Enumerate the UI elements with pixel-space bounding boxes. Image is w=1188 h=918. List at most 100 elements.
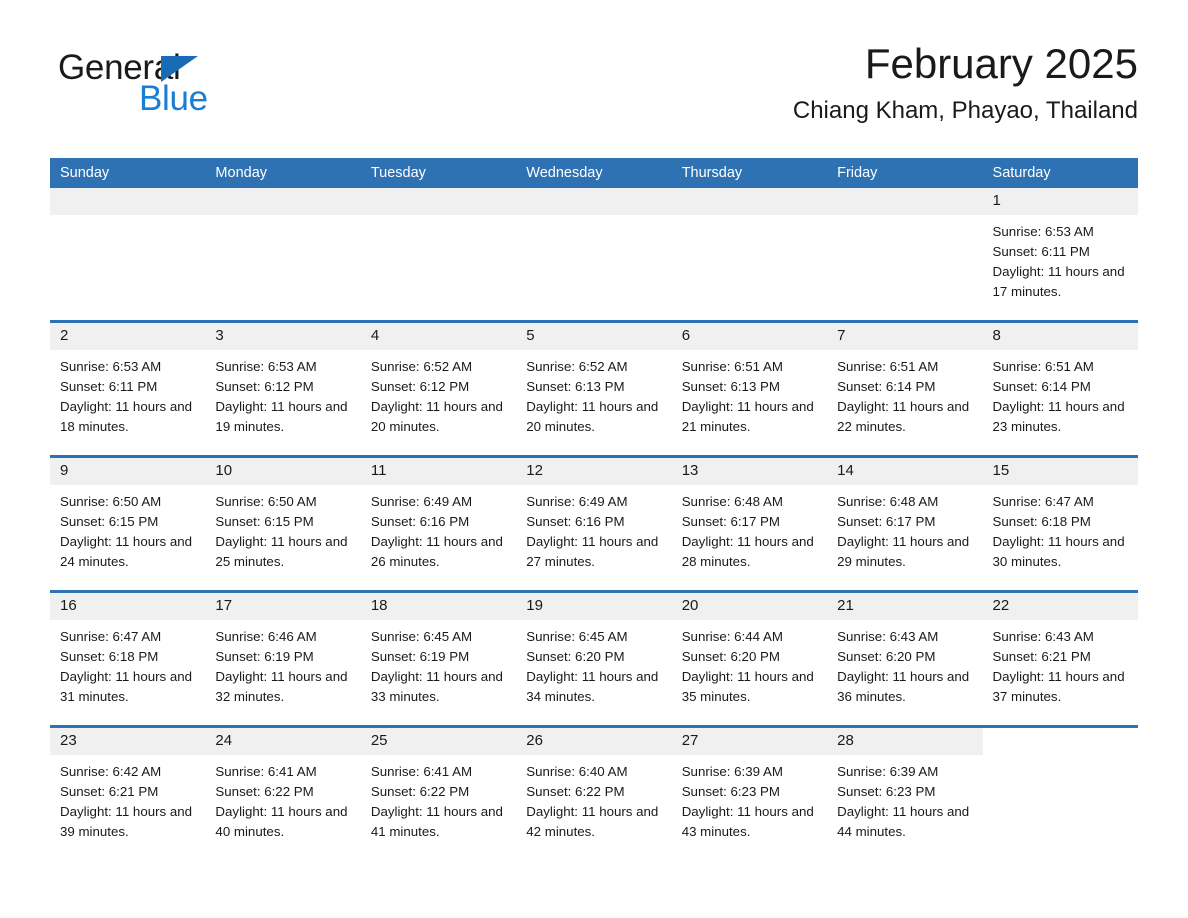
calendar-day-cell[interactable]: 28 Sunrise: 6:39 AM Sunset: 6:23 PM Dayligh… (827, 728, 983, 860)
day-number: 23 (50, 728, 206, 755)
day-number: 26 (516, 728, 672, 755)
calendar-day-cell-empty (360, 188, 517, 320)
calendar-day-cell[interactable]: 19 Sunrise: 6:45 AM Sunset: 6:20 PM Dayligh… (516, 593, 672, 725)
day-number: 16 (50, 593, 206, 620)
weekday-header-saturday: Saturday (992, 165, 1051, 181)
day-number: 7 (827, 323, 983, 350)
sunset-text: Sunset: 6:13 PM (526, 379, 625, 394)
day-details: Sunrise: 6:48 AM Sunset: 6:17 PM Daylight:… (672, 485, 827, 572)
sunset-text: Sunset: 6:20 PM (837, 649, 936, 664)
day-number: 9 (50, 458, 206, 485)
calendar-day-cell[interactable]: 23 Sunrise: 6:42 AM Sunset: 6:21 PM Dayligh… (50, 728, 206, 860)
calendar-week-row: 9 Sunrise: 6:50 AM Sunset: 6:15 PM Daylight… (50, 455, 1138, 590)
calendar-day-cell[interactable]: 2 Sunrise: 6:53 AM Sunset: 6:11 PM Daylight… (50, 323, 206, 455)
day-number: 22 (982, 593, 1138, 620)
generalblue-logo[interactable]: General Blue (58, 50, 318, 130)
day-number (827, 188, 983, 215)
sunset-text: Sunset: 6:19 PM (370, 649, 470, 664)
day-details: Sunrise: 6:47 AM Sunset: 6:18 PM Daylight:… (50, 620, 205, 707)
calendar-day-cell[interactable]: 26 Sunrise: 6:40 AM Sunset: 6:22 PM Dayligh… (516, 728, 672, 860)
calendar-table: Sunday Monday Tuesday Wednesday Thursday Frid… (50, 158, 1138, 860)
day-number: 5 (516, 323, 672, 350)
day-number: 21 (827, 593, 983, 620)
sunset-text: Sunset: 6:14 PM (837, 379, 936, 394)
day-details: Sunrise: 6:41 AM Sunset: 6:22 PM Daylight:… (361, 755, 516, 842)
calendar-day-cell[interactable]: 1 Sunrise: 6:53 AM Sunset: 6:11 PM Daylight… (982, 188, 1138, 320)
sunrise-text: Sunrise: 6:48 AM (681, 494, 783, 509)
day-number: 15 (982, 458, 1138, 485)
calendar-day-cell[interactable]: 24 Sunrise: 6:41 AM Sunset: 6:22 PM Dayligh… (205, 728, 361, 860)
day-details: Sunrise: 6:51 AM Sunset: 6:14 PM Daylight:… (827, 350, 982, 437)
calendar-day-cell[interactable]: 10 Sunrise: 6:50 AM Sunset: 6:15 PM Dayligh… (205, 458, 361, 590)
calendar-day-cell[interactable]: 25 Sunrise: 6:41 AM Sunset: 6:22 PM Dayligh… (360, 728, 517, 860)
day-number: 28 (827, 728, 983, 755)
page-title: February 2025 (864, 40, 1138, 87)
daylight-text: Daylight: 11 hours and 33 minutes. (370, 669, 503, 704)
weekday-header-friday: Friday (837, 165, 878, 181)
daylight-text: Daylight: 11 hours and 23 minutes. (992, 399, 1125, 434)
day-number: 18 (360, 593, 517, 620)
calendar-day-cell[interactable]: 3 Sunrise: 6:53 AM Sunset: 6:12 PM Daylight… (205, 323, 361, 455)
calendar-week-row: 1 Sunrise: 6:53 AM Sunset: 6:11 PM Daylight… (50, 188, 1138, 320)
sunset-text: Sunset: 6:11 PM (60, 379, 158, 394)
calendar-day-cell[interactable]: 9 Sunrise: 6:50 AM Sunset: 6:15 PM Daylight… (50, 458, 206, 590)
day-number: 6 (671, 323, 828, 350)
day-details: Sunrise: 6:39 AM Sunset: 6:23 PM Daylight:… (827, 755, 982, 842)
sunset-text: Sunset: 6:23 PM (837, 784, 936, 799)
page-header: General Blue February 2025 Chiang Kham, … (50, 40, 1138, 142)
calendar-day-cell[interactable]: 11 Sunrise: 6:49 AM Sunset: 6:16 PM Dayligh… (360, 458, 517, 590)
day-details: Sunrise: 6:52 AM Sunset: 6:12 PM Daylight:… (361, 350, 516, 437)
sunset-text: Sunset: 6:17 PM (681, 514, 780, 529)
sunrise-text: Sunrise: 6:41 AM (215, 764, 317, 779)
calendar-day-cell[interactable]: 5 Sunrise: 6:52 AM Sunset: 6:13 PM Daylight… (516, 323, 672, 455)
day-number: 12 (516, 458, 672, 485)
day-details: Sunrise: 6:53 AM Sunset: 6:12 PM Daylight:… (205, 350, 360, 437)
calendar-day-cell[interactable]: 16 Sunrise: 6:47 AM Sunset: 6:18 PM Dayligh… (50, 593, 206, 725)
calendar-day-cell[interactable]: 6 Sunrise: 6:51 AM Sunset: 6:13 PM Daylight… (671, 323, 828, 455)
day-number: 14 (827, 458, 983, 485)
calendar-day-cell[interactable]: 17 Sunrise: 6:46 AM Sunset: 6:19 PM Dayligh… (205, 593, 361, 725)
sunrise-text: Sunrise: 6:50 AM (60, 494, 162, 509)
calendar-day-cell[interactable]: 4 Sunrise: 6:52 AM Sunset: 6:12 PM Daylight… (360, 323, 517, 455)
daylight-text: Daylight: 11 hours and 20 minutes. (370, 399, 503, 434)
calendar-day-cell[interactable]: 18 Sunrise: 6:45 AM Sunset: 6:19 PM Dayligh… (360, 593, 517, 725)
day-number: 27 (671, 728, 828, 755)
sunrise-text: Sunrise: 6:43 AM (837, 629, 939, 644)
day-number: 4 (360, 323, 517, 350)
sunrise-text: Sunrise: 6:48 AM (837, 494, 939, 509)
sunset-text: Sunset: 6:18 PM (60, 649, 159, 664)
sunrise-text: Sunrise: 6:51 AM (992, 359, 1094, 374)
calendar-day-cell[interactable]: 20 Sunrise: 6:44 AM Sunset: 6:20 PM Dayligh… (671, 593, 828, 725)
daylight-text: Daylight: 11 hours and 24 minutes. (60, 534, 193, 569)
calendar-day-cell[interactable]: 13 Sunrise: 6:48 AM Sunset: 6:17 PM Dayligh… (671, 458, 828, 590)
calendar-day-cell[interactable]: 12 Sunrise: 6:49 AM Sunset: 6:16 PM Dayligh… (516, 458, 672, 590)
day-details: Sunrise: 6:45 AM Sunset: 6:20 PM Daylight:… (516, 620, 671, 707)
calendar-day-cell-empty (50, 188, 206, 320)
day-details: Sunrise: 6:46 AM Sunset: 6:19 PM Daylight:… (205, 620, 360, 707)
sunrise-text: Sunrise: 6:39 AM (837, 764, 939, 779)
sunset-text: Sunset: 6:15 PM (60, 514, 159, 529)
calendar-day-cell[interactable]: 22 Sunrise: 6:43 AM Sunset: 6:21 PM Dayligh… (982, 593, 1138, 725)
sunrise-text: Sunrise: 6:49 AM (370, 494, 473, 509)
weekday-header-tuesday: Tuesday (370, 165, 426, 181)
day-number: 24 (205, 728, 361, 755)
calendar-day-cell[interactable]: 8 Sunrise: 6:51 AM Sunset: 6:14 PM Daylight… (982, 323, 1138, 455)
calendar-day-cell[interactable]: 27 Sunrise: 6:39 AM Sunset: 6:23 PM Dayligh… (671, 728, 828, 860)
weekday-header-sunday: Sunday (60, 165, 110, 181)
day-details: Sunrise: 6:51 AM Sunset: 6:13 PM Daylight:… (672, 350, 827, 437)
sunset-text: Sunset: 6:16 PM (370, 514, 470, 529)
sunrise-text: Sunrise: 6:52 AM (370, 359, 473, 374)
calendar-day-cell[interactable]: 15 Sunrise: 6:47 AM Sunset: 6:18 PM Dayligh… (982, 458, 1138, 590)
day-number: 3 (205, 323, 361, 350)
weekday-header-monday: Monday (215, 165, 268, 181)
day-number: 10 (205, 458, 361, 485)
calendar-day-cell[interactable]: 21 Sunrise: 6:43 AM Sunset: 6:20 PM Dayligh… (827, 593, 983, 725)
daylight-text: Daylight: 11 hours and 42 minutes. (526, 804, 659, 839)
daylight-text: Daylight: 11 hours and 43 minutes. (681, 804, 814, 839)
sunset-text: Sunset: 6:12 PM (370, 379, 470, 394)
calendar-day-cell[interactable]: 14 Sunrise: 6:48 AM Sunset: 6:17 PM Dayligh… (827, 458, 983, 590)
calendar-day-cell[interactable]: 7 Sunrise: 6:51 AM Sunset: 6:14 PM Daylight… (827, 323, 983, 455)
sunrise-text: Sunrise: 6:39 AM (681, 764, 783, 779)
daylight-text: Daylight: 11 hours and 37 minutes. (992, 669, 1125, 704)
daylight-text: Daylight: 11 hours and 34 minutes. (526, 669, 659, 704)
